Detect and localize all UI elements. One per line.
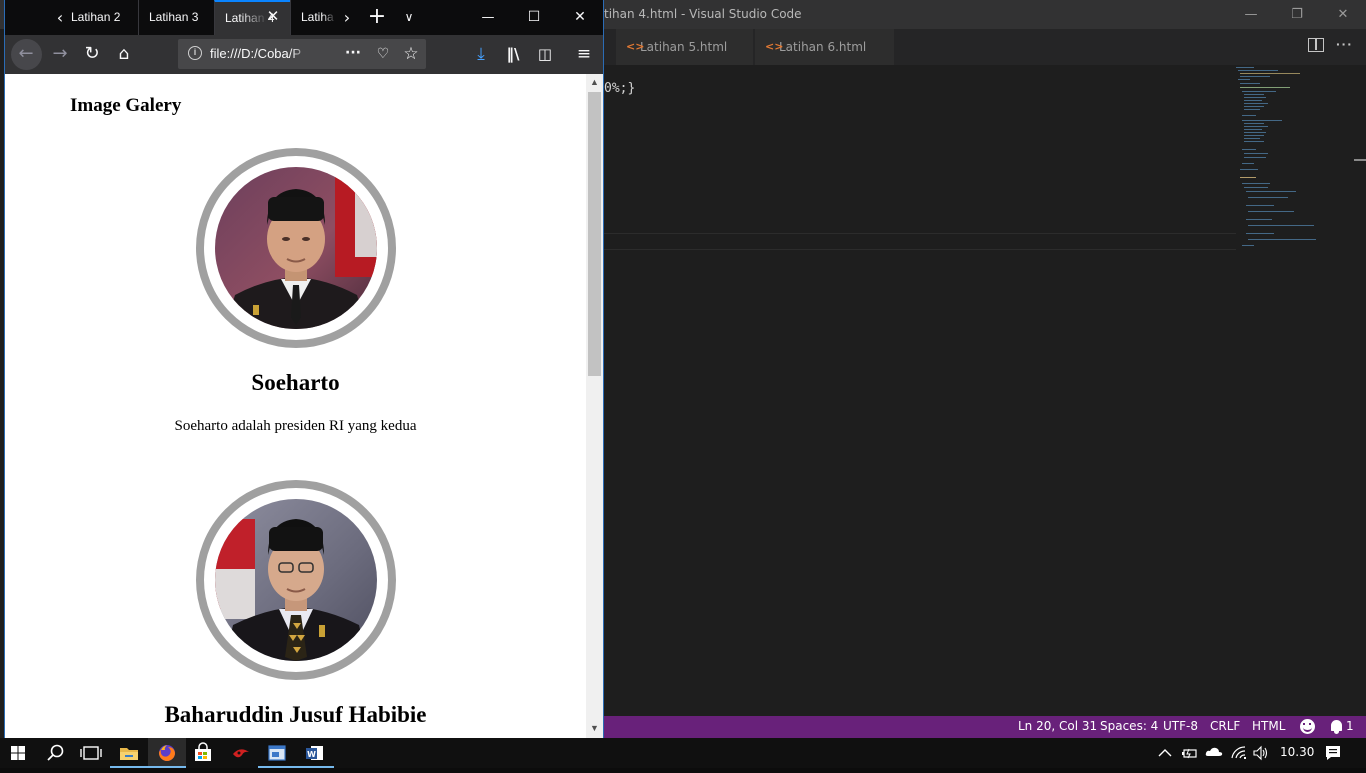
search-icon[interactable]	[36, 738, 74, 768]
bookmark-star-icon[interactable]: ☆	[400, 43, 422, 65]
notification-count[interactable]: 1	[1346, 719, 1354, 733]
minimize-icon[interactable]: —	[465, 0, 511, 35]
photo-frame	[196, 480, 396, 680]
scrollbar-thumb[interactable]	[588, 92, 601, 376]
scroll-down-arrow-icon[interactable]: ▼	[586, 720, 603, 737]
reload-icon[interactable]: ↻	[81, 43, 103, 65]
vscode-tabbar: <> Latihan 5.html <> Latihan 6.html	[604, 29, 1366, 65]
url-text[interactable]: file:///D:/Coba/P	[210, 46, 310, 61]
close-icon[interactable]: ✕	[1320, 0, 1366, 29]
current-line-highlight	[604, 249, 1236, 250]
portrait-photo	[215, 499, 377, 661]
app-window-icon[interactable]	[258, 738, 296, 768]
battery-icon[interactable]	[1180, 746, 1198, 760]
volume-icon[interactable]	[1252, 745, 1270, 761]
scroll-up-arrow-icon[interactable]: ▲	[586, 74, 603, 91]
indentation[interactable]: Spaces: 4	[1100, 719, 1158, 733]
encoding[interactable]: UTF-8	[1163, 719, 1198, 733]
close-tab-icon[interactable]: ✕	[264, 8, 282, 26]
minimap[interactable]	[1234, 65, 1354, 255]
page-title: Image Galery	[70, 95, 182, 116]
notification-bell-icon[interactable]	[1331, 720, 1342, 734]
new-tab-plus-icon[interactable]: +	[363, 0, 391, 35]
sidebar-icon[interactable]: ◫	[534, 43, 556, 65]
gallery-card: Baharuddin Jusuf Habibie	[5, 480, 586, 738]
firefox-icon[interactable]	[148, 738, 186, 768]
back-arrow-icon[interactable]: ←	[15, 43, 37, 65]
store-icon[interactable]	[184, 738, 222, 768]
page-viewport: Image Galery Soeharto Soeharto adalah pr…	[5, 74, 586, 738]
minimize-icon[interactable]: —	[1228, 0, 1274, 29]
firefox-navbar: ← → ↻ ⌂ i file:///D:/Coba/P ··· ♡ ☆ ⤓ ‖\…	[5, 35, 603, 74]
tab-label: Latihan 3	[149, 10, 199, 24]
svg-text:W: W	[307, 750, 316, 759]
scroll-tabs-right-icon[interactable]: ›	[337, 0, 357, 35]
onedrive-cloud-icon[interactable]	[1204, 745, 1224, 759]
close-window-icon[interactable]: ✕	[557, 0, 603, 35]
show-hidden-icons-chevron-up-icon[interactable]	[1156, 746, 1174, 760]
card-name: Baharuddin Jusuf Habibie	[164, 702, 427, 727]
site-info-icon[interactable]: i	[188, 46, 202, 60]
clock[interactable]: 10.30	[1280, 745, 1314, 759]
firefox-window: ‹ Latihan 2 Latihan 3 Latihan 4 ✕ Latiha…	[4, 0, 604, 738]
portrait-photo	[215, 167, 377, 329]
html-file-icon: <>	[765, 40, 784, 53]
vscode-window-title: tihan 4.html - Visual Studio Code	[604, 7, 802, 21]
firefox-tabstrip: ‹ Latihan 2 Latihan 3 Latihan 4 ✕ Latiha…	[5, 0, 603, 35]
vscode-tab-latihan-5[interactable]: <> Latihan 5.html	[616, 29, 754, 65]
downloads-icon[interactable]: ⤓	[470, 43, 492, 65]
file-explorer-icon[interactable]	[110, 738, 148, 768]
app-icon[interactable]	[222, 738, 260, 768]
card-description: Soeharto adalah presiden RI yang kedua	[174, 418, 417, 434]
tab-latihan-3[interactable]: Latihan 3	[138, 0, 215, 35]
url-bar[interactable]: i file:///D:/Coba/P ··· ♡ ☆	[178, 39, 426, 69]
code-line[interactable]: 0%;}	[604, 81, 635, 96]
more-actions-icon[interactable]: ···	[1336, 36, 1353, 52]
restore-icon[interactable]: ❐	[1274, 0, 1320, 29]
maximize-icon[interactable]: ☐	[511, 0, 557, 35]
html-file-icon: <>	[626, 40, 645, 53]
current-line-highlight	[604, 233, 1236, 234]
vscode-tab-label: Latihan 6.html	[779, 40, 867, 54]
forward-arrow-icon[interactable]: →	[49, 43, 71, 65]
tab-latihan-5[interactable]: Latiha	[290, 0, 336, 35]
windows-taskbar: W 10.30	[0, 738, 1366, 768]
home-icon[interactable]: ⌂	[113, 43, 135, 65]
cursor-position[interactable]: Ln 20, Col 31	[1018, 719, 1097, 733]
tab-label: Latihan 2	[71, 10, 121, 24]
card-name: Soeharto	[251, 370, 340, 395]
scroll-tabs-left-icon[interactable]: ‹	[49, 0, 71, 35]
windows-start-icon[interactable]	[0, 738, 36, 768]
vscode-tab-label: Latihan 5.html	[640, 40, 728, 54]
list-all-tabs-chevron-down-icon[interactable]: ∨	[395, 0, 423, 35]
vscode-statusbar: Ln 20, Col 31 Spaces: 4 UTF-8 CRLF HTML …	[604, 716, 1366, 738]
feedback-smiley-icon[interactable]	[1300, 719, 1315, 734]
word-icon[interactable]: W	[296, 738, 334, 768]
gallery-card: Soeharto Soeharto adalah presiden RI yan…	[5, 148, 586, 438]
line-ending[interactable]: CRLF	[1210, 719, 1240, 733]
wifi-icon[interactable]	[1230, 745, 1248, 761]
editor-scrollbar[interactable]	[1354, 159, 1366, 161]
language-mode[interactable]: HTML	[1252, 719, 1285, 733]
vscode-tab-latihan-6[interactable]: <> Latihan 6.html	[755, 29, 895, 65]
tab-latihan-2[interactable]: Latihan 2	[71, 0, 146, 35]
photo-frame	[196, 148, 396, 348]
hamburger-menu-icon[interactable]: ≡	[573, 43, 595, 65]
pocket-icon[interactable]: ♡	[372, 44, 394, 64]
split-editor-icon[interactable]	[1308, 38, 1324, 52]
page-scrollbar[interactable]: ▲ ▼	[586, 74, 603, 738]
task-view-icon[interactable]	[72, 738, 110, 768]
library-icon[interactable]: ‖\	[502, 43, 524, 65]
action-center-icon[interactable]	[1324, 744, 1342, 762]
page-actions-icon[interactable]: ···	[342, 43, 364, 65]
